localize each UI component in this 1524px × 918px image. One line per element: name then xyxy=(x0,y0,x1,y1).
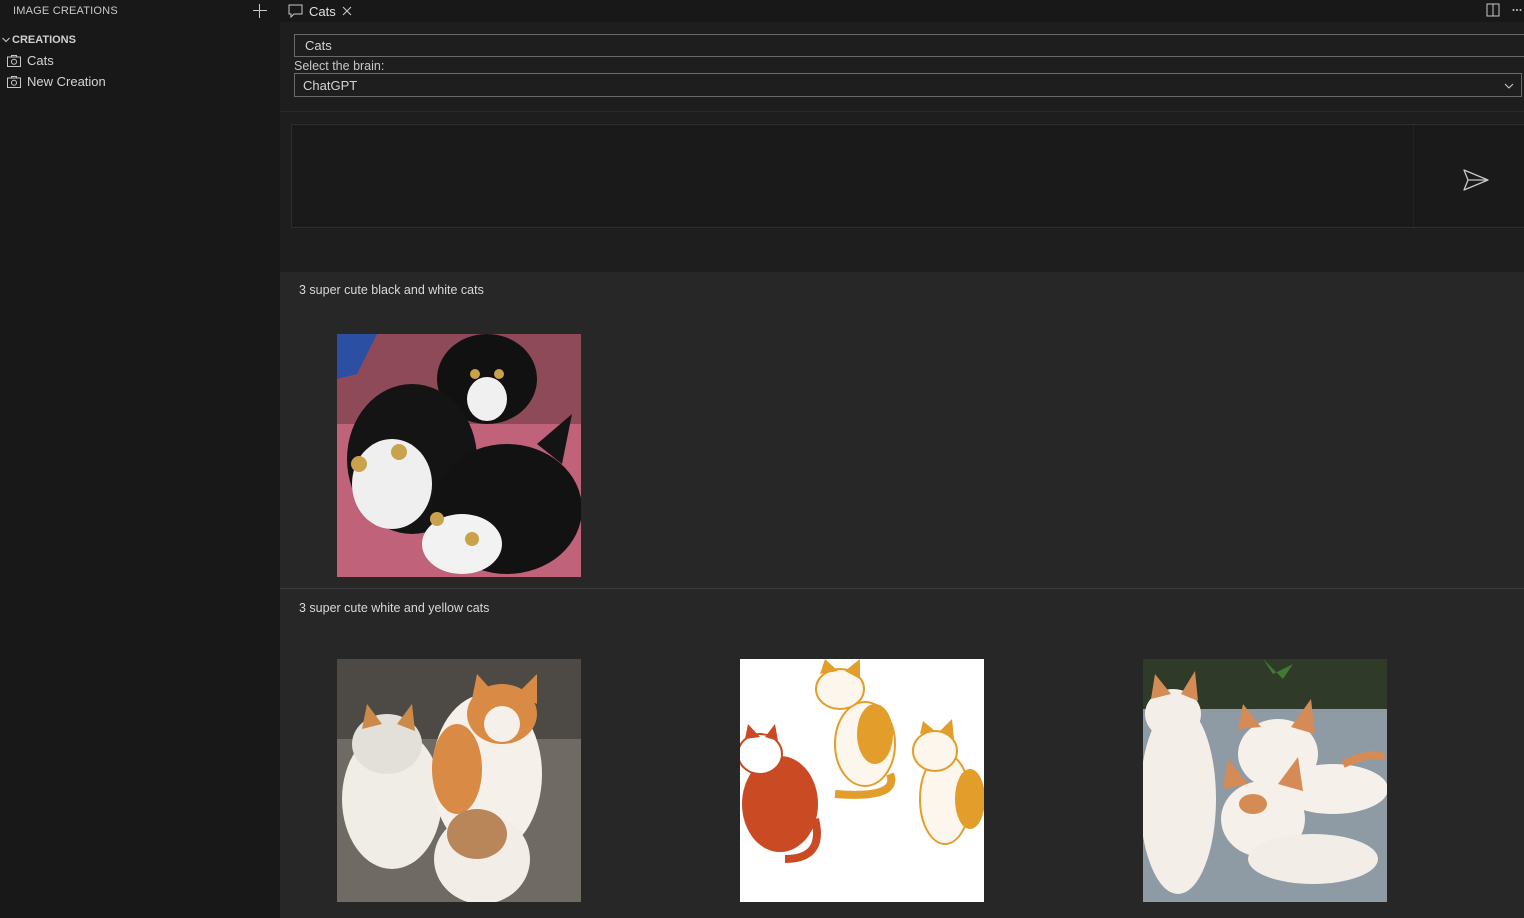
sidebar-item-cats[interactable]: Cats xyxy=(0,50,280,71)
chevron-down-icon xyxy=(2,37,10,43)
generated-image-black-white-cats[interactable] xyxy=(337,334,581,577)
divider xyxy=(280,111,1524,112)
camera-icon xyxy=(7,75,21,88)
sidebar-item-label: New Creation xyxy=(27,74,106,89)
more-actions-icon[interactable] xyxy=(1512,3,1522,17)
sidebar-header: IMAGE CREATIONS xyxy=(0,0,280,22)
section-label: CREATIONS xyxy=(12,34,76,46)
tab-bar: Cats xyxy=(280,0,1524,22)
brain-select[interactable]: ChatGPT xyxy=(294,73,1522,97)
send-button[interactable] xyxy=(1462,166,1490,194)
creation-title-input[interactable] xyxy=(294,34,1524,57)
brain-selected-value: ChatGPT xyxy=(303,77,358,93)
results-panel: 3 super cute black and white cats 3 supe… xyxy=(280,272,1524,918)
sidebar: IMAGE CREATIONS CREATIONS Cats New Creat… xyxy=(0,0,280,918)
generated-image-kittens-on-tiles[interactable] xyxy=(1143,659,1387,902)
generated-image-orange-white-kittens[interactable] xyxy=(337,659,581,902)
result-prompt: 3 super cute white and yellow cats xyxy=(299,601,490,615)
sidebar-item-new-creation[interactable]: New Creation xyxy=(0,71,280,92)
close-icon[interactable] xyxy=(342,6,352,16)
sidebar-title: IMAGE CREATIONS xyxy=(13,5,118,17)
tab-actions xyxy=(1486,3,1522,17)
camera-icon xyxy=(7,54,21,67)
result-block: 3 super cute black and white cats xyxy=(280,272,1524,589)
chat-bubble-icon xyxy=(288,4,303,18)
send-icon xyxy=(1463,169,1489,191)
creations-section-header[interactable]: CREATIONS xyxy=(0,30,280,50)
prompt-box xyxy=(291,124,1524,228)
creation-editor: Select the brain: ChatGPT xyxy=(280,22,1524,272)
tab-label: Cats xyxy=(309,3,336,19)
split-editor-icon[interactable] xyxy=(1486,3,1500,17)
result-prompt: 3 super cute black and white cats xyxy=(299,283,484,297)
prompt-input[interactable] xyxy=(292,125,1414,227)
brain-label: Select the brain: xyxy=(294,59,385,73)
generated-image-cartoon-cats[interactable] xyxy=(740,659,984,902)
sidebar-item-label: Cats xyxy=(27,53,54,68)
tab-cats[interactable]: Cats xyxy=(288,0,352,22)
add-creation-icon[interactable] xyxy=(252,3,268,19)
chevron-down-icon xyxy=(1504,83,1514,89)
result-block: 3 super cute white and yellow cats xyxy=(280,590,1524,918)
